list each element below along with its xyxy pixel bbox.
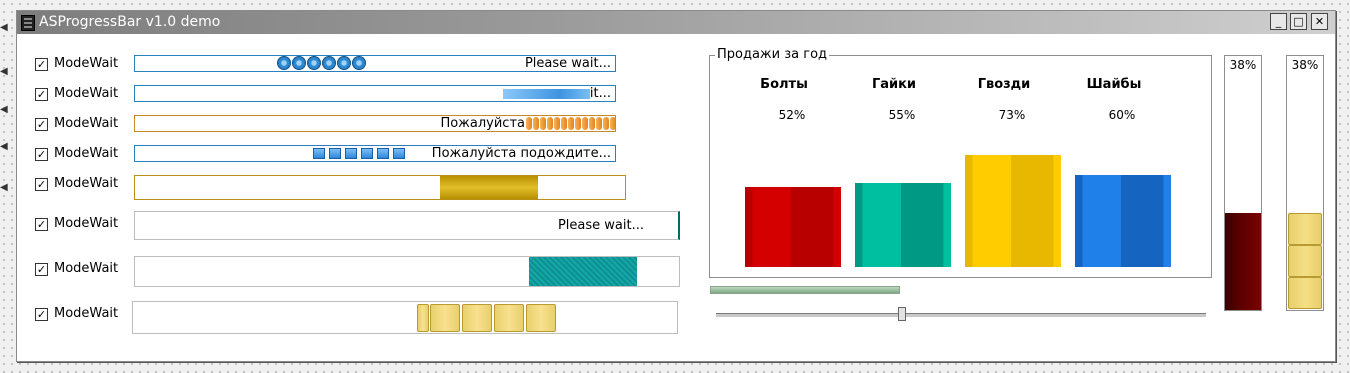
- progress-segment: [561, 117, 567, 130]
- modewait-label: ModeWait: [54, 116, 119, 131]
- modewait-label: ModeWait: [54, 216, 119, 231]
- progress-segment: [575, 117, 581, 130]
- progress-bar-yellow-blocks: [132, 301, 678, 334]
- progress-circle: [278, 57, 290, 69]
- vertical-progress-block: [1288, 245, 1322, 277]
- modewait-checkbox[interactable]: ✓: [35, 308, 48, 321]
- progress-segment: [568, 117, 574, 130]
- progress-text: it...: [589, 86, 611, 101]
- modewait-checkbox[interactable]: ✓: [35, 148, 48, 161]
- modewait-checkbox[interactable]: ✓: [35, 263, 48, 276]
- progress-segment: [462, 304, 492, 332]
- title-bar[interactable]: ASProgressBar v1.0 demo _ □ ✕: [17, 11, 1335, 34]
- progress-bar-text: Please wait...: [134, 211, 680, 240]
- progress-segment: [313, 148, 325, 159]
- sales-column-name: Болты: [760, 77, 808, 92]
- vertical-progress-fill-level: [1225, 213, 1261, 310]
- sales-column-name: Гвозди: [977, 77, 1031, 92]
- sales-column-percent: 60%: [1108, 108, 1136, 122]
- progress-text: Пожалуйста: [440, 116, 525, 131]
- modewait-label: ModeWait: [54, 146, 119, 161]
- progress-segment: [582, 117, 588, 130]
- progress-segment: [417, 304, 429, 332]
- progress-segment: [603, 117, 609, 130]
- modewait-label: ModeWait: [54, 261, 119, 276]
- progress-circle: [353, 57, 365, 69]
- progress-text: Please wait...: [524, 56, 611, 71]
- minimize-button[interactable]: _: [1270, 13, 1287, 30]
- progress-bar-teal: [134, 256, 680, 287]
- sales-bar-nuts: [855, 183, 951, 267]
- progress-segment: [596, 117, 602, 130]
- progress-segment: [610, 117, 615, 130]
- progress-segment: [540, 117, 546, 130]
- progress-circle: [293, 57, 305, 69]
- sales-column-name: Шайбы: [1086, 77, 1142, 92]
- modewait-label: ModeWait: [54, 56, 119, 71]
- progress-circle: [323, 57, 335, 69]
- horizontal-progress-bar: [710, 286, 900, 294]
- progress-segment: [526, 117, 532, 130]
- window-title: ASProgressBar v1.0 demo: [39, 14, 221, 30]
- progress-bar-gradient: it...: [134, 85, 616, 102]
- modewait-checkbox[interactable]: ✓: [35, 88, 48, 101]
- sales-column-percent: 52%: [778, 108, 806, 122]
- app-icon[interactable]: [21, 15, 35, 31]
- progress-text: Пожалуйста подождите...: [431, 146, 611, 161]
- modewait-checkbox[interactable]: ✓: [35, 218, 48, 231]
- progress-fill: [503, 89, 598, 99]
- progress-text: Please wait...: [557, 218, 644, 233]
- progress-bar-blocks: Пожалуйста подождите...: [134, 145, 616, 162]
- vertical-progress-blocks: [1286, 55, 1324, 311]
- progress-segment: [494, 304, 524, 332]
- progress-circle: [338, 57, 350, 69]
- maximize-button[interactable]: □: [1290, 13, 1307, 30]
- designer-arrow: ◀: [0, 182, 8, 193]
- progress-segment: [589, 117, 595, 130]
- progress-fill: [529, 257, 637, 286]
- slider-thumb[interactable]: [898, 307, 906, 321]
- designer-arrow: ◀: [0, 141, 8, 152]
- sales-bar-nails: [965, 155, 1061, 267]
- modewait-label: ModeWait: [54, 86, 119, 101]
- progress-segment: [345, 148, 357, 159]
- progress-fill: [440, 176, 538, 199]
- progress-segment: [533, 117, 539, 130]
- progress-segment: [361, 148, 373, 159]
- sales-column-percent: 55%: [888, 108, 916, 122]
- progress-bar-circles: Please wait...: [134, 55, 616, 72]
- progress-bar-gold: [134, 175, 626, 200]
- progress-segment: [547, 117, 553, 130]
- progress-segment: [329, 148, 341, 159]
- vertical-progress-label: 38%: [1229, 58, 1257, 72]
- vertical-progress-block: [1288, 277, 1322, 309]
- vertical-progress-fill: [1224, 55, 1262, 311]
- vertical-progress-block-stack: [1287, 56, 1323, 310]
- modewait-checkbox[interactable]: ✓: [35, 118, 48, 131]
- close-button[interactable]: ✕: [1311, 13, 1328, 30]
- demo-window: ASProgressBar v1.0 demo _ □ ✕ ✓ ModeWait…: [16, 10, 1336, 362]
- modewait-checkbox[interactable]: ✓: [35, 178, 48, 191]
- progress-circle: [308, 57, 320, 69]
- vertical-progress-block: [1288, 213, 1322, 245]
- designer-arrow: ◀: [0, 22, 8, 33]
- sales-bar-bolts: [745, 187, 841, 267]
- slider-track[interactable]: [716, 313, 1206, 318]
- progress-segment: [430, 304, 460, 332]
- progress-segment: [377, 148, 389, 159]
- sales-group-title: Продажи за год: [715, 47, 830, 62]
- designer-arrow: ◀: [0, 66, 8, 77]
- modewait-label: ModeWait: [54, 176, 119, 191]
- designer-arrow: ◀: [0, 104, 8, 115]
- modewait-label: ModeWait: [54, 306, 119, 321]
- sales-column-percent: 73%: [998, 108, 1026, 122]
- progress-segment: [554, 117, 560, 130]
- sales-column-name: Гайки: [871, 77, 917, 92]
- sales-bar-washers: [1075, 175, 1171, 267]
- vertical-progress-label: 38%: [1291, 58, 1319, 72]
- modewait-checkbox[interactable]: ✓: [35, 58, 48, 71]
- progress-segment: [526, 304, 556, 332]
- progress-bar-orange: Пожалуйста: [134, 115, 616, 132]
- progress-segment: [393, 148, 405, 159]
